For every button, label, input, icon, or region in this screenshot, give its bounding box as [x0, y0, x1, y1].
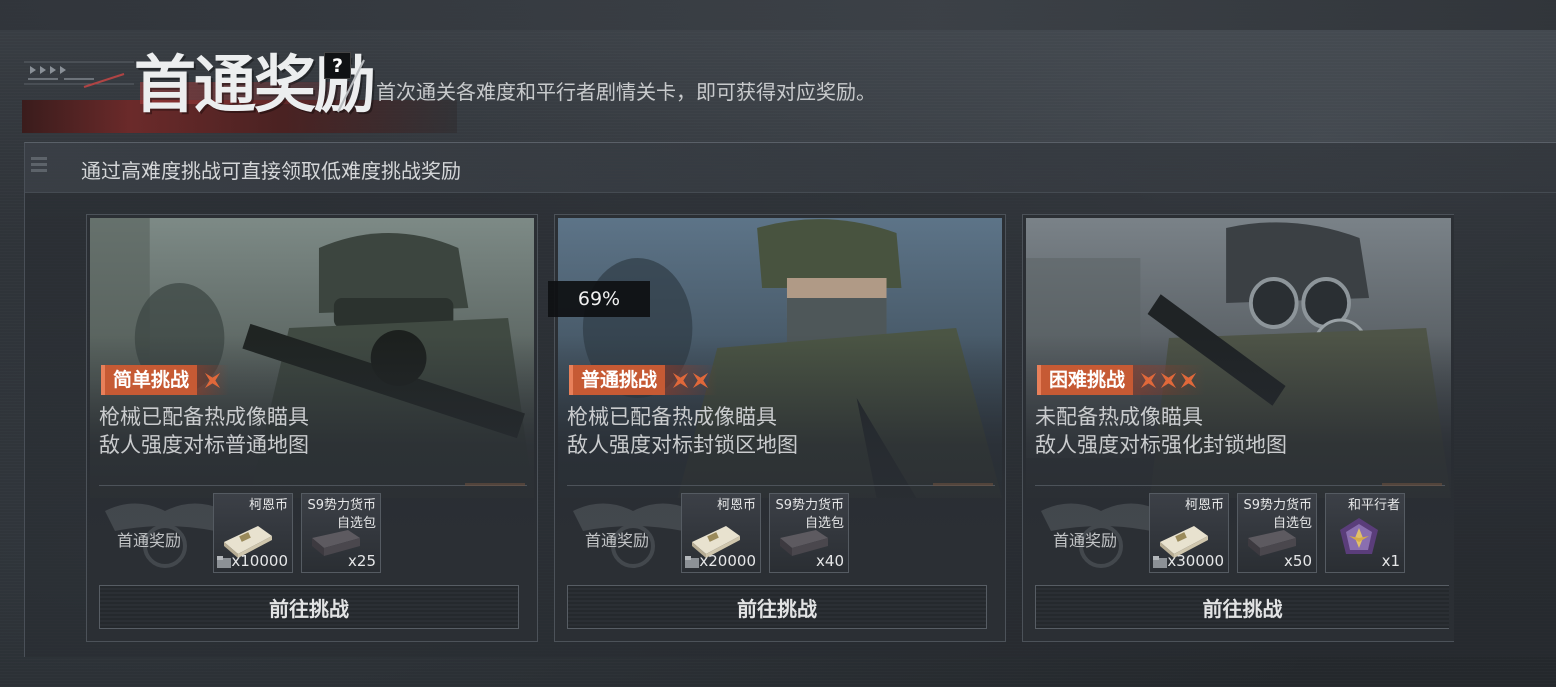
reward-name: 柯恩币 [1184, 498, 1224, 513]
difficulty-label: 困难挑战 [1037, 365, 1134, 395]
go-challenge-button[interactable]: 前往挑战 [99, 585, 519, 629]
reward-name: 柯恩币 [716, 498, 756, 513]
loading-progress-badge: 69% [548, 281, 650, 317]
header-deco-icon [24, 61, 134, 88]
difficulty-stars [197, 365, 230, 395]
difficulty-stars [665, 365, 718, 395]
challenge-card-normal: 普通挑战 枪械已配备热成像瞄具 敌人强度对标封锁区地图 首通奖励 柯恩币 x20… [554, 214, 1006, 642]
top-strip [0, 0, 1556, 30]
reward-tile-peacewalker[interactable]: 和平行者 x1 [1325, 493, 1405, 573]
reward-qty: x50 [1284, 552, 1312, 570]
difficulty-stars [1133, 365, 1206, 395]
panel-subtitle: 通过高难度挑战可直接领取低难度挑战奖励 [81, 159, 461, 183]
card-desc-line1: 未配备热成像瞄具 [1035, 405, 1203, 429]
difficulty-tag: 困难挑战 [1037, 365, 1206, 395]
go-challenge-button[interactable]: 前往挑战 [1035, 585, 1449, 629]
header-description: 首次通关各难度和平行者剧情关卡，即可获得对应奖励。 [376, 80, 876, 104]
crate-icon [685, 556, 699, 568]
badge-emblem-icon [1340, 518, 1378, 554]
card-desc-line2: 敌人强度对标强化封锁地图 [1035, 433, 1287, 457]
panel-mark-icon [31, 157, 47, 177]
panel-header: 通过高难度挑战可直接领取低难度挑战奖励 [25, 143, 1556, 193]
crate-icon [217, 556, 231, 568]
slash-divider-icon [337, 59, 365, 113]
difficulty-tag: 普通挑战 [569, 365, 718, 395]
difficulty-label: 普通挑战 [569, 365, 666, 395]
reward-qty: x30000 [1167, 552, 1224, 570]
page-header: 首通奖励 ? 首次通关各难度和平行者剧情关卡，即可获得对应奖励。 [0, 30, 1556, 135]
reward-label: 首通奖励 [1053, 531, 1118, 550]
star-icon [1180, 372, 1197, 388]
star-icon [672, 372, 689, 388]
reward-label: 首通奖励 [117, 531, 182, 550]
reward-tile-coin[interactable]: 柯恩币 x30000 [1149, 493, 1229, 573]
reward-name: 柯恩币 [248, 498, 288, 513]
reward-label: 首通奖励 [585, 531, 650, 550]
reward-tile-coin[interactable]: 柯恩币 x20000 [681, 493, 761, 573]
star-icon [204, 372, 221, 388]
difficulty-tag: 简单挑战 [101, 365, 230, 395]
go-challenge-button[interactable]: 前往挑战 [567, 585, 987, 629]
challenge-card-hard: 困难挑战 未配备热成像瞄具 敌人强度对标强化封锁地图 首通奖励 柯恩币 x300… [1022, 214, 1454, 642]
star-icon [1140, 372, 1157, 388]
reward-qty: x10000 [231, 552, 288, 570]
reward-name: 和平行者 [1347, 498, 1400, 513]
card-desc-line2: 敌人强度对标普通地图 [99, 433, 309, 457]
card-desc-line2: 敌人强度对标封锁区地图 [567, 433, 798, 457]
crate-icon [1153, 556, 1167, 568]
difficulty-label: 简单挑战 [101, 365, 198, 395]
reward-tile-coin[interactable]: 柯恩币 x10000 [213, 493, 293, 573]
reward-qty: x25 [348, 552, 376, 570]
card-desc-line1: 枪械已配备热成像瞄具 [567, 405, 777, 429]
reward-qty: x20000 [699, 552, 756, 570]
card-desc-line1: 枪械已配备热成像瞄具 [99, 405, 309, 429]
challenge-card-easy: 简单挑战 枪械已配备热成像瞄具 敌人强度对标普通地图 首通奖励 柯恩币 x100… [86, 214, 538, 642]
reward-qty: x1 [1381, 552, 1400, 570]
reward-tile-currency-pack[interactable]: S9势力货币自选包 x40 [769, 493, 849, 573]
reward-qty: x40 [816, 552, 844, 570]
reward-tile-currency-pack[interactable]: S9势力货币自选包 x25 [301, 493, 381, 573]
star-icon [692, 372, 709, 388]
reward-tile-currency-pack[interactable]: S9势力货币自选包 x50 [1237, 493, 1317, 573]
star-icon [1160, 372, 1177, 388]
